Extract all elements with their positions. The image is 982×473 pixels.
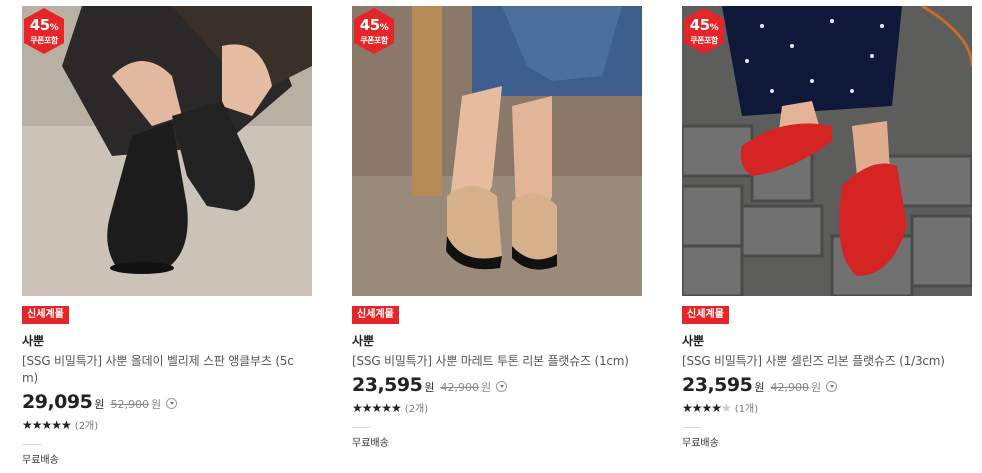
currency-unit: 원: [754, 381, 765, 394]
product-title[interactable]: [SSG 비밀특가] 사뿐 셀린즈 리본 플랫슈즈 (1/3cm): [682, 353, 972, 370]
chevron-down-icon[interactable]: [496, 381, 508, 392]
rating-row: ★★★★★ (1개): [682, 400, 972, 416]
product-title[interactable]: [SSG 비밀특가] 사뿐 마레트 투톤 리본 플랫슈즈 (1cm): [352, 353, 642, 370]
discount-percent: 45: [359, 16, 380, 34]
store-tag: 신세계몰: [352, 306, 399, 324]
review-count[interactable]: (2개): [405, 400, 428, 415]
product-card[interactable]: 45% 쿠폰포함 신세계몰 사뿐 [SSG 비밀특가] 사뿐 마레트 투톤 리본…: [352, 6, 642, 449]
brand-name[interactable]: 사뿐: [22, 332, 312, 349]
currency-unit: 원: [480, 381, 492, 394]
discount-badge: 45% 쿠폰포함: [354, 8, 394, 54]
currency-unit: 원: [94, 398, 105, 411]
product-card[interactable]: 45% 쿠폰포함 신세계몰 사뿐 [SSG 비밀특가] 사뿐 셀린즈 리본 플랫…: [682, 6, 972, 449]
discount-badge: 45% 쿠폰포함: [684, 8, 724, 54]
rating-row: ★★★★★ (2개): [352, 400, 642, 416]
star-rating-icon: ★★★★★: [682, 400, 732, 415]
discount-unit: %: [379, 23, 389, 33]
sale-price: 29,095: [22, 391, 93, 413]
sale-price: 23,595: [352, 374, 423, 396]
product-title-line: [SSG 비밀특가] 사뿐 마레트 투톤 리본 플랫슈즈 (1cm): [352, 354, 629, 368]
coupon-label: 쿠폰포함: [690, 36, 718, 45]
chevron-down-icon[interactable]: [166, 398, 178, 409]
store-tag: 신세계몰: [22, 306, 69, 324]
discount-percent: 45: [29, 16, 50, 34]
chevron-down-icon[interactable]: [826, 381, 838, 392]
price-row: 29,095 원 52,900 원: [22, 391, 312, 413]
currency-unit: 원: [424, 381, 435, 394]
divider: [682, 427, 702, 428]
product-image[interactable]: 45% 쿠폰포함: [22, 6, 312, 296]
black-ankle-boots-photo: [22, 6, 312, 296]
discount-percent: 45: [689, 16, 710, 34]
product-title[interactable]: [SSG 비밀특가] 사뿐 올데이 벨리제 스판 앵클부츠 (5c m): [22, 353, 312, 387]
product-image[interactable]: 45% 쿠폰포함: [682, 6, 972, 296]
shipping-label: 무료배송: [682, 438, 719, 449]
brand-name[interactable]: 사뿐: [352, 332, 642, 349]
product-image[interactable]: 45% 쿠폰포함: [352, 6, 642, 296]
original-price: 42,900: [440, 381, 479, 394]
shipping-label: 무료배송: [352, 438, 389, 449]
discount-badge: 45% 쿠폰포함: [24, 8, 64, 54]
currency-unit: 원: [810, 381, 822, 394]
store-tag: 신세계몰: [682, 306, 729, 324]
shipping-label: 무료배송: [22, 455, 59, 466]
product-title-line: [SSG 비밀특가] 사뿐 올데이 벨리제 스판 앵클부츠 (5c: [22, 354, 294, 368]
price-row: 23,595 원 42,900 원: [682, 374, 972, 396]
red-flat-shoes-photo: [682, 6, 972, 296]
discount-unit: %: [709, 23, 719, 33]
brand-name[interactable]: 사뿐: [682, 332, 972, 349]
star-rating-icon: ★★★★★: [22, 417, 72, 432]
two-tone-flat-shoes-photo: [352, 6, 642, 296]
coupon-label: 쿠폰포함: [30, 36, 58, 45]
divider: [22, 444, 42, 445]
original-price: 52,900: [110, 398, 149, 411]
product-title-line: [SSG 비밀특가] 사뿐 셀린즈 리본 플랫슈즈 (1/3cm): [682, 354, 945, 368]
price-row: 23,595 원 42,900 원: [352, 374, 642, 396]
original-price: 42,900: [770, 381, 809, 394]
review-count[interactable]: (2개): [75, 417, 98, 432]
currency-unit: 원: [150, 398, 162, 411]
product-card[interactable]: 45% 쿠폰포함 신세계몰 사뿐 [SSG 비밀특가] 사뿐 올데이 벨리제 스…: [22, 6, 312, 466]
coupon-label: 쿠폰포함: [360, 36, 388, 45]
star-rating-icon: ★★★★★: [352, 400, 402, 415]
product-title-line: m): [22, 371, 38, 385]
discount-unit: %: [49, 23, 59, 33]
rating-row: ★★★★★ (2개): [22, 417, 312, 433]
review-count[interactable]: (1개): [735, 400, 758, 415]
divider: [352, 427, 372, 428]
sale-price: 23,595: [682, 374, 753, 396]
